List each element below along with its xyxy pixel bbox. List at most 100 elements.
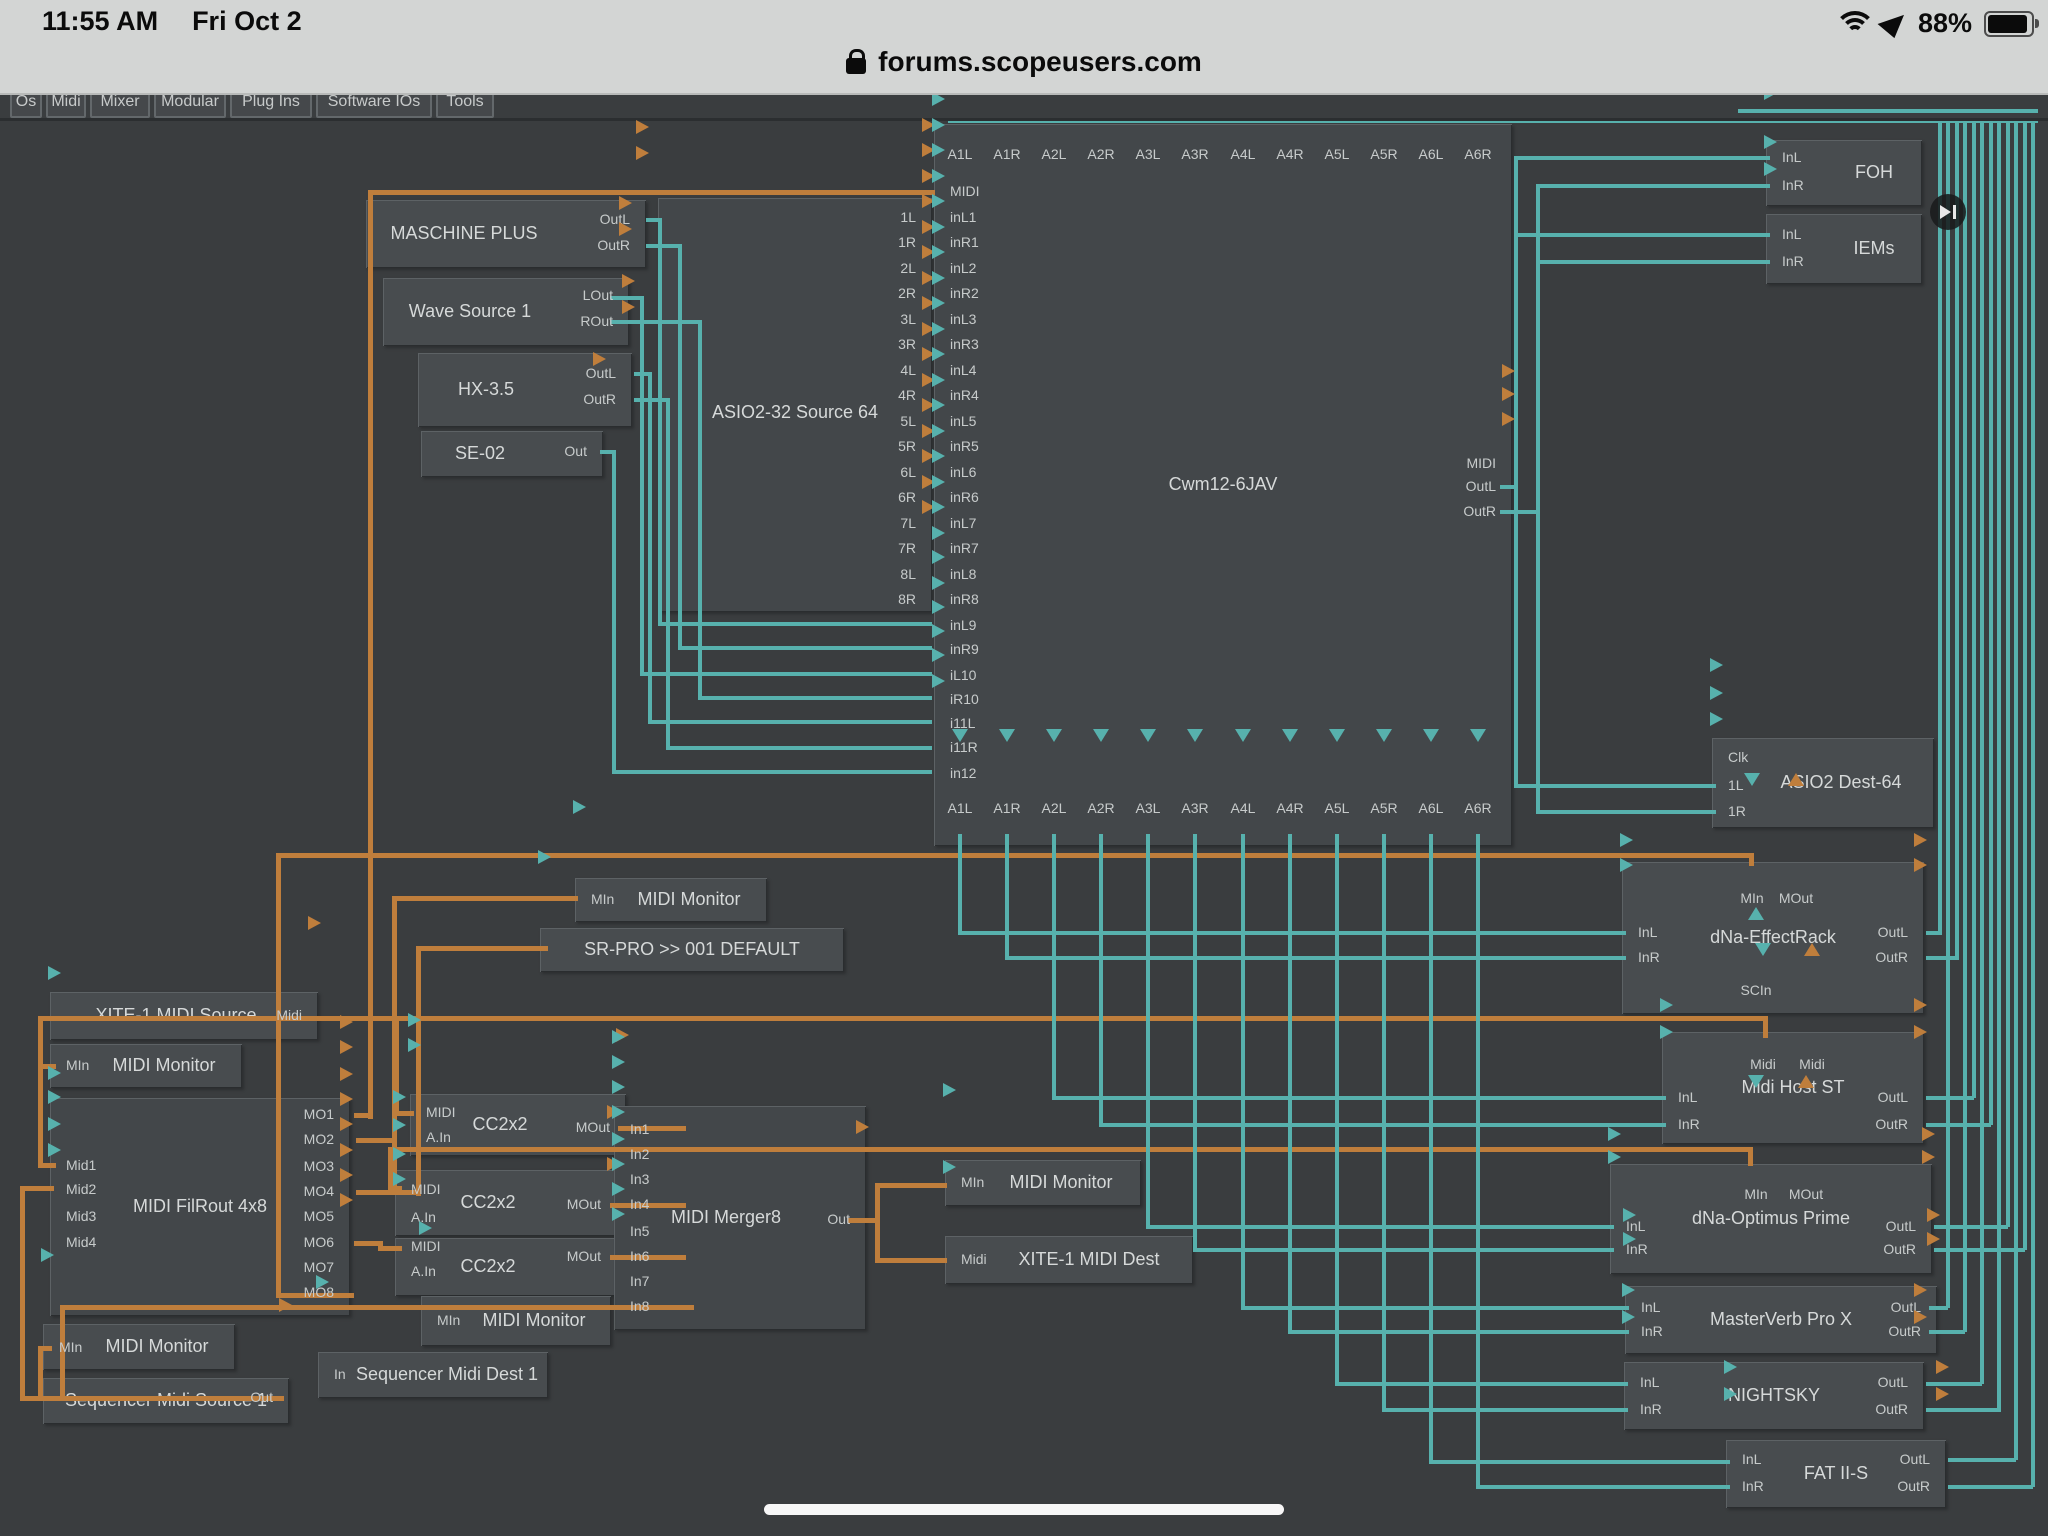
- port-cwm12-6jav-outr-arrow[interactable]: [1502, 412, 1515, 426]
- port-cwm12-6jav-in12-arrow[interactable]: [932, 674, 945, 688]
- port-maschine-plus-outl-arrow[interactable]: [636, 120, 649, 134]
- port-cwm12-6jav-outl-arrow[interactable]: [1502, 387, 1515, 401]
- port-cwm12-6jav-inr8-arrow[interactable]: [932, 500, 945, 514]
- port-cc2x2-3-midi-arrow[interactable]: [393, 1147, 406, 1161]
- port-dna-effectrack-scin-arrow[interactable]: [1748, 907, 1764, 920]
- port-maschine-plus-outr-arrow[interactable]: [636, 146, 649, 160]
- port-cwm12-6jav-bottom-a1r-arrow[interactable]: [999, 729, 1015, 742]
- port-midi-merger8-in5-arrow[interactable]: [612, 1132, 625, 1146]
- port-cc2x2-2-ain-arrow[interactable]: [393, 1118, 406, 1132]
- port-nightsky-outr-arrow[interactable]: [1914, 1310, 1927, 1324]
- port-cwm12-6jav-bottom-a2l-arrow[interactable]: [1046, 729, 1062, 742]
- port-cwm12-6jav-bottom-a1l-arrow[interactable]: [952, 729, 968, 742]
- port-cwm12-6jav-i11l-arrow[interactable]: [932, 624, 945, 638]
- port-cwm12-6jav-inl7-arrow[interactable]: [932, 424, 945, 438]
- port-cwm12-6jav-inr5-arrow[interactable]: [932, 347, 945, 361]
- port-masterverb-pro-x-inl-arrow[interactable]: [1623, 1208, 1636, 1222]
- port-midi-filrout-4x8-mo7-arrow[interactable]: [340, 1168, 353, 1182]
- port-xite-1-midi-source-midi-arrow[interactable]: [308, 916, 321, 930]
- port-midi-host-st-midi-arrow[interactable]: [1755, 943, 1771, 956]
- port-cwm12-6jav-bottom-a6r-arrow[interactable]: [1470, 729, 1486, 742]
- home-indicator[interactable]: [764, 1504, 1284, 1515]
- port-fat-ii-s-inr-arrow[interactable]: [1724, 1387, 1737, 1401]
- port-midi-monitor-4-min-arrow[interactable]: [419, 1221, 432, 1235]
- port-midi-host-st-outr-arrow[interactable]: [1914, 1025, 1927, 1039]
- port-cwm12-6jav-bottom-a2r-arrow[interactable]: [1093, 729, 1109, 742]
- port-asio2-dest-64-1l-arrow[interactable]: [1710, 686, 1723, 700]
- port-cwm12-6jav-bottom-a5r-arrow[interactable]: [1376, 729, 1392, 742]
- port-cwm12-6jav-bottom-a4r-arrow[interactable]: [1282, 729, 1298, 742]
- port-cwm12-6jav-inl3-arrow[interactable]: [932, 220, 945, 234]
- port-midi-host-st-midi-arrow[interactable]: [1804, 943, 1820, 956]
- port-midi-merger8-in6-arrow[interactable]: [612, 1157, 625, 1171]
- port-cwm12-6jav-inl9-arrow[interactable]: [932, 526, 945, 540]
- port-masterverb-pro-x-outl-arrow[interactable]: [1927, 1208, 1940, 1222]
- port-fat-ii-s-inl-arrow[interactable]: [1724, 1360, 1737, 1374]
- port-dna-effectrack-outl-arrow[interactable]: [1914, 833, 1927, 847]
- port-cc2x2-1-ain-arrow[interactable]: [408, 1038, 421, 1052]
- port-cwm12-6jav-inl1-arrow[interactable]: [932, 118, 945, 132]
- port-dna-effectrack-inr-arrow[interactable]: [1620, 858, 1633, 872]
- port-cc2x2-3-ain-arrow[interactable]: [393, 1172, 406, 1186]
- port-midi-merger8-in8-arrow[interactable]: [612, 1207, 625, 1221]
- port-sr-pro-001-default-in-arrow[interactable]: [538, 850, 551, 864]
- port-midi-filrout-4x8-mo4-arrow[interactable]: [340, 1092, 353, 1106]
- port-cwm12-6jav-bottom-a6l-arrow[interactable]: [1423, 729, 1439, 742]
- port-dna-effectrack-inl-arrow[interactable]: [1620, 833, 1633, 847]
- port-asio2-dest-64-clk-arrow[interactable]: [1710, 658, 1723, 672]
- port-cwm12-6jav-inr1-arrow[interactable]: [932, 143, 945, 157]
- port-dna-optimus-prime-min-arrow[interactable]: [1748, 1075, 1764, 1088]
- port-midi-filrout-4x8-mo3-arrow[interactable]: [340, 1067, 353, 1081]
- port-sequencer-midi-dest-1-in-arrow[interactable]: [316, 1275, 329, 1289]
- port-cwm12-6jav-inl8-arrow[interactable]: [932, 475, 945, 489]
- port-dna-optimus-prime-inr-arrow[interactable]: [1608, 1150, 1621, 1164]
- port-dna-effectrack-mout-arrow[interactable]: [1788, 773, 1804, 786]
- port-midi-monitor-1-min-arrow[interactable]: [573, 800, 586, 814]
- port-dna-effectrack-min-arrow[interactable]: [1744, 773, 1760, 786]
- port-midi-filrout-4x8-mo5-arrow[interactable]: [340, 1117, 353, 1131]
- port-midi-merger8-out-arrow[interactable]: [856, 1120, 869, 1134]
- port-midi-monitor-2-min-arrow[interactable]: [48, 966, 61, 980]
- port-midi-merger8-in2-arrow[interactable]: [612, 1055, 625, 1069]
- port-fat-ii-s-outr-arrow[interactable]: [1936, 1387, 1949, 1401]
- port-midi-filrout-4x8-mid3-arrow[interactable]: [48, 1117, 61, 1131]
- port-wave-source-1-lout-arrow[interactable]: [619, 196, 632, 210]
- port-cwm12-6jav-inl2-arrow[interactable]: [932, 169, 945, 183]
- port-midi-merger8-in1-arrow[interactable]: [612, 1030, 625, 1044]
- port-cwm12-6jav-bottom-a4l-arrow[interactable]: [1235, 729, 1251, 742]
- port-cc2x2-1-midi-arrow[interactable]: [408, 1013, 421, 1027]
- port-midi-host-st-outl-arrow[interactable]: [1914, 998, 1927, 1012]
- port-cwm12-6jav-inr7-arrow[interactable]: [932, 449, 945, 463]
- url-bar[interactable]: forums.scopeusers.com: [0, 36, 2048, 88]
- port-cwm12-6jav-il10-arrow[interactable]: [932, 576, 945, 590]
- port-cc2x2-2-midi-arrow[interactable]: [393, 1090, 406, 1104]
- port-midi-monitor-3-min-arrow[interactable]: [41, 1248, 54, 1262]
- port-cwm12-6jav-inr2-arrow[interactable]: [932, 194, 945, 208]
- port-wave-source-1-rout-arrow[interactable]: [619, 222, 632, 236]
- port-midi-host-st-inl-arrow[interactable]: [1660, 998, 1673, 1012]
- port-dna-optimus-prime-inl-arrow[interactable]: [1608, 1127, 1621, 1141]
- port-dna-effectrack-outr-arrow[interactable]: [1914, 858, 1927, 872]
- port-dna-optimus-prime-mout-arrow[interactable]: [1798, 1075, 1814, 1088]
- port-midi-filrout-4x8-mo2-arrow[interactable]: [340, 1040, 353, 1054]
- port-nightsky-outl-arrow[interactable]: [1914, 1283, 1927, 1297]
- port-midi-filrout-4x8-mo6-arrow[interactable]: [340, 1143, 353, 1157]
- port-cwm12-6jav-inl6-arrow[interactable]: [932, 373, 945, 387]
- port-asio2-dest-64-1r-arrow[interactable]: [1710, 712, 1723, 726]
- port-cwm12-6jav-inl4-arrow[interactable]: [932, 271, 945, 285]
- port-midi-monitor-5-min-arrow[interactable]: [943, 1083, 956, 1097]
- port-masterverb-pro-x-inr-arrow[interactable]: [1623, 1232, 1636, 1246]
- port-midi-host-st-inr-arrow[interactable]: [1660, 1025, 1673, 1039]
- port-midi-filrout-4x8-mid4-arrow[interactable]: [48, 1143, 61, 1157]
- port-midi-filrout-4x8-mid2-arrow[interactable]: [48, 1090, 61, 1104]
- port-hx-3-5-outl-arrow[interactable]: [622, 274, 635, 288]
- port-dna-optimus-prime-outl-arrow[interactable]: [1922, 1127, 1935, 1141]
- port-cwm12-6jav-ir10-arrow[interactable]: [932, 600, 945, 614]
- port-nightsky-inr-arrow[interactable]: [1622, 1310, 1635, 1324]
- port-masterverb-pro-x-outr-arrow[interactable]: [1927, 1232, 1940, 1246]
- port-cwm12-6jav-midi-arrow[interactable]: [1502, 364, 1515, 378]
- port-dna-optimus-prime-outr-arrow[interactable]: [1922, 1150, 1935, 1164]
- port-xite-1-midi-dest-midi-arrow[interactable]: [943, 1160, 956, 1174]
- port-midi-merger8-in7-arrow[interactable]: [612, 1182, 625, 1196]
- port-cwm12-6jav-i11r-arrow[interactable]: [932, 648, 945, 662]
